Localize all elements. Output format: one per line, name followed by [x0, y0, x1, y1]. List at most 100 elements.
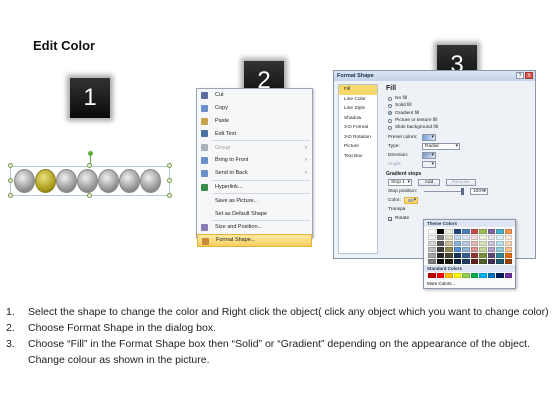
color-swatch[interactable] [436, 273, 444, 278]
color-swatch[interactable] [504, 273, 512, 278]
color-swatch[interactable] [496, 259, 504, 264]
resize-handle[interactable] [8, 193, 13, 198]
color-swatch[interactable] [453, 241, 461, 246]
oval-shape[interactable] [56, 169, 77, 193]
color-swatch[interactable] [504, 253, 512, 258]
resize-handle[interactable] [167, 178, 172, 183]
color-swatch[interactable] [479, 247, 487, 252]
resize-handle[interactable] [167, 163, 172, 168]
oval-shape[interactable] [119, 169, 140, 193]
color-swatch[interactable] [436, 247, 444, 252]
color-swatch[interactable] [496, 253, 504, 258]
help-button[interactable]: ? [516, 72, 524, 79]
nav-item-shadow[interactable]: Shadow [339, 114, 377, 124]
menu-item-send-to-back[interactable]: Send to Back › [197, 167, 312, 180]
color-swatch[interactable] [470, 229, 478, 234]
color-swatch[interactable] [453, 235, 461, 240]
nav-item-text-box[interactable]: Text Box [339, 152, 377, 162]
color-swatch[interactable] [504, 235, 512, 240]
fill-option-picture-or-texture-fill[interactable]: Picture or texture fill [388, 117, 532, 124]
color-swatch[interactable] [496, 235, 504, 240]
nav-item-line-style[interactable]: Line Style [339, 104, 377, 114]
color-swatch[interactable] [453, 273, 461, 278]
color-swatch[interactable] [496, 247, 504, 252]
color-swatch[interactable] [504, 247, 512, 252]
color-swatch[interactable] [479, 235, 487, 240]
color-swatch[interactable] [453, 247, 461, 252]
color-swatch[interactable] [462, 259, 470, 264]
color-swatch[interactable] [445, 229, 453, 234]
color-swatch[interactable] [504, 241, 512, 246]
menu-item-edit-text[interactable]: Edit Text [197, 127, 312, 140]
nav-item-fill[interactable]: Fill [339, 85, 377, 95]
color-swatch[interactable] [462, 241, 470, 246]
oval-shape[interactable] [98, 169, 119, 193]
fill-option-solid-fill[interactable]: Solid fill [388, 102, 532, 109]
color-swatch[interactable] [496, 229, 504, 234]
rotation-handle[interactable] [88, 151, 93, 156]
radio-button[interactable] [388, 125, 392, 130]
menu-item-set-as-default-shape[interactable]: Set as Default Shape [197, 207, 312, 220]
stop-position-slider[interactable] [424, 188, 464, 196]
add-stop-button[interactable]: Add [418, 179, 440, 187]
menu-item-copy[interactable]: Copy [197, 102, 312, 115]
resize-handle[interactable] [87, 163, 92, 168]
menu-item-group[interactable]: Group › [197, 141, 312, 154]
color-swatch[interactable] [428, 235, 436, 240]
oval-shape-selected[interactable] [35, 169, 56, 193]
fill-option-no-fill[interactable]: No fill [388, 95, 532, 102]
color-swatch[interactable] [453, 253, 461, 258]
color-swatch[interactable] [428, 259, 436, 264]
direction-dropdown[interactable] [422, 152, 436, 160]
radio-button[interactable] [388, 103, 392, 108]
type-dropdown[interactable]: Radial [422, 143, 460, 151]
oval-shape[interactable] [77, 169, 98, 193]
color-swatch[interactable] [479, 253, 487, 258]
color-swatch[interactable] [445, 253, 453, 258]
menu-item-save-as-picture[interactable]: Save as Picture... [197, 194, 312, 207]
color-swatch[interactable] [487, 259, 495, 264]
resize-handle[interactable] [8, 178, 13, 183]
color-swatch[interactable] [436, 235, 444, 240]
color-swatch[interactable] [504, 229, 512, 234]
menu-item-cut[interactable]: Cut [197, 89, 312, 102]
color-swatch[interactable] [487, 273, 495, 278]
color-swatch[interactable] [445, 273, 453, 278]
color-swatch[interactable] [428, 247, 436, 252]
color-swatch[interactable] [487, 247, 495, 252]
color-swatch[interactable] [479, 273, 487, 278]
color-swatch[interactable] [428, 253, 436, 258]
color-swatch[interactable] [470, 273, 478, 278]
fill-option-slide-background-fill[interactable]: Slide background fill [388, 124, 532, 131]
color-swatch[interactable] [453, 229, 461, 234]
color-swatch[interactable] [496, 241, 504, 246]
color-swatch[interactable] [436, 229, 444, 234]
nav-item-3-d-format[interactable]: 3-D Format [339, 123, 377, 133]
resize-handle[interactable] [167, 193, 172, 198]
color-swatch[interactable] [436, 259, 444, 264]
color-swatch[interactable] [462, 229, 470, 234]
close-button[interactable]: X [525, 72, 533, 79]
color-swatch[interactable] [445, 235, 453, 240]
color-swatch[interactable] [428, 229, 436, 234]
color-swatch[interactable] [496, 273, 504, 278]
radio-button[interactable] [388, 96, 392, 101]
color-swatch[interactable] [462, 273, 470, 278]
color-swatch[interactable] [479, 229, 487, 234]
color-swatch[interactable] [462, 247, 470, 252]
color-swatch[interactable] [487, 235, 495, 240]
oval-shape[interactable] [14, 169, 35, 193]
oval-shape[interactable] [140, 169, 161, 193]
resize-handle[interactable] [8, 163, 13, 168]
color-swatch[interactable] [479, 241, 487, 246]
color-swatch[interactable] [487, 253, 495, 258]
nav-item-picture[interactable]: Picture [339, 142, 377, 152]
color-swatch[interactable] [479, 259, 487, 264]
remove-stop-button[interactable]: Remove [446, 179, 476, 187]
color-swatch[interactable] [487, 229, 495, 234]
selected-shape-group[interactable] [8, 151, 172, 202]
color-swatch[interactable] [504, 259, 512, 264]
stop-position-input[interactable]: 100% [470, 188, 488, 196]
fill-option-gradient-fill[interactable]: Gradient fill [388, 110, 532, 117]
preset-colors-dropdown[interactable] [422, 134, 436, 142]
